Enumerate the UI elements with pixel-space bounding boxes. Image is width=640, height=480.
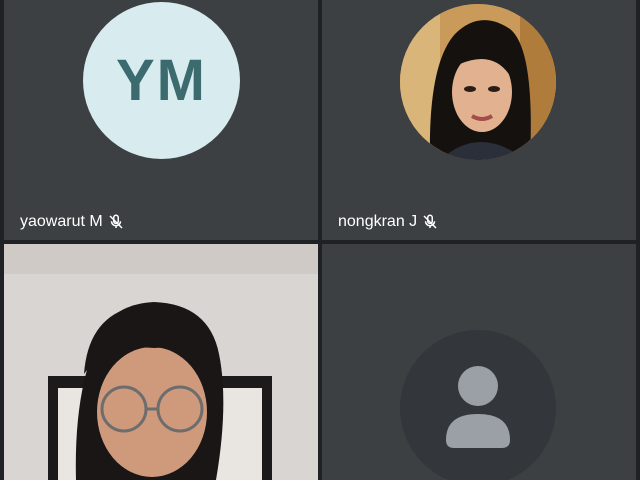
participant-grid: YM yaowarut M nongkran J: [0, 0, 640, 480]
participant-name: nongkran J: [338, 213, 418, 230]
mic-off-icon: [423, 214, 437, 229]
participant-initials-avatar: YM: [83, 2, 240, 159]
camera-video-feed: [4, 244, 318, 480]
participant-video-tile[interactable]: [4, 244, 318, 480]
participant-name: yaowarut M: [20, 213, 103, 230]
participant-tile-nongkran[interactable]: nongkran J: [322, 0, 636, 240]
participant-photo-avatar: [400, 4, 556, 160]
participant-tile-yaowarut[interactable]: YM yaowarut M: [4, 0, 318, 240]
profile-photo-illustration: [400, 4, 556, 160]
person-icon: [446, 366, 510, 448]
participant-name-row: yaowarut M: [20, 210, 125, 234]
participant-tile-camera-off[interactable]: [322, 244, 636, 480]
participant-name-row: nongkran J: [338, 210, 439, 234]
mic-off-icon: [109, 214, 123, 229]
